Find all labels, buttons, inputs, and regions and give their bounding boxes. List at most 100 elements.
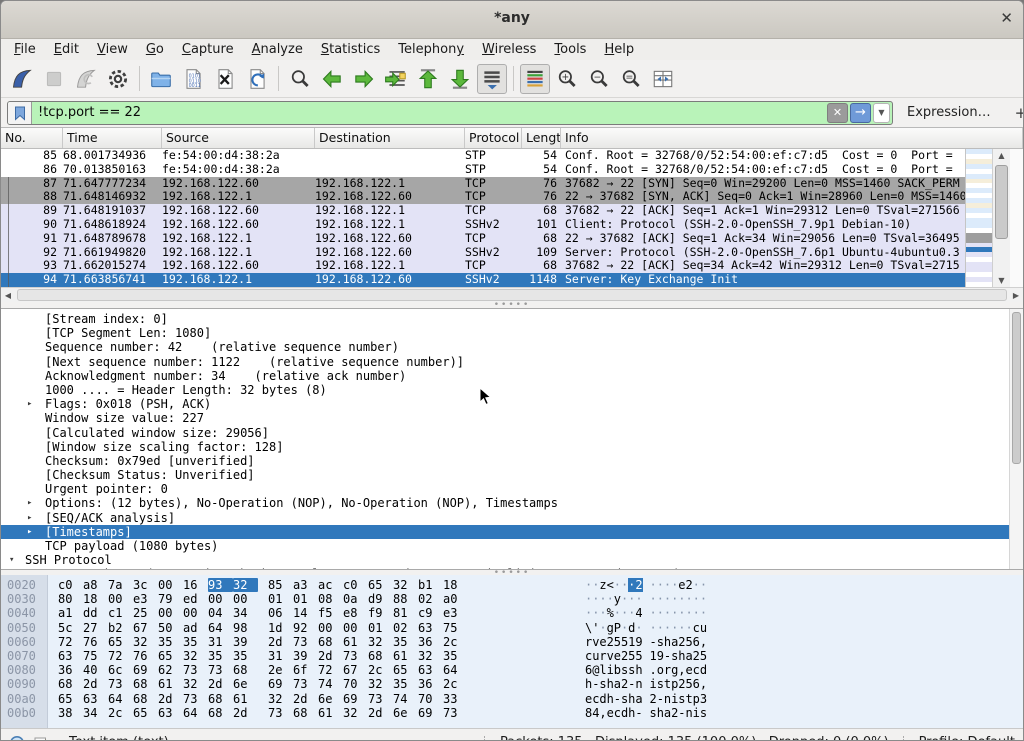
menu-file[interactable]: File — [5, 41, 45, 58]
capture-comment-icon[interactable] — [33, 735, 49, 741]
resize-columns-button[interactable] — [648, 64, 678, 94]
detail-line[interactable]: [TCP Segment Len: 1080] — [1, 326, 1023, 340]
packet-row[interactable]: 8670.013850163fe:54:00:d4:38:2aSTP54Conf… — [1, 163, 965, 177]
filter-apply-button[interactable]: → — [850, 103, 871, 123]
column-header-no[interactable]: No. — [1, 128, 63, 148]
hex-row[interactable]: 0030801800e379ed00000101080ad98802a0····… — [1, 592, 1023, 606]
detail-line[interactable]: TCP payload (1080 bytes) — [1, 539, 1023, 553]
scroll-up-icon[interactable]: ▲ — [993, 149, 1010, 162]
go-forward-button[interactable] — [349, 64, 379, 94]
detail-line[interactable]: ▸Flags: 0x018 (PSH, ACK) — [1, 397, 1023, 411]
file-reload-button[interactable] — [242, 64, 272, 94]
expression-button[interactable]: Expression… — [907, 105, 991, 120]
scroll-right-icon[interactable]: ▶ — [1009, 291, 1023, 300]
packet-row[interactable]: 8871.648146932192.168.122.1192.168.122.6… — [1, 190, 965, 204]
menu-analyze[interactable]: Analyze — [243, 41, 312, 58]
zoom-out-button[interactable]: − — [584, 64, 614, 94]
capture-start-button[interactable] — [7, 64, 37, 94]
detail-line[interactable]: [Checksum Status: Unverified] — [1, 468, 1023, 482]
packet-row[interactable]: 9271.661949820192.168.122.1192.168.122.6… — [1, 246, 965, 260]
detail-line[interactable]: ▾SSH Protocol — [1, 553, 1023, 567]
menu-view[interactable]: View — [88, 41, 137, 58]
detail-line[interactable]: Window size value: 227 — [1, 411, 1023, 425]
details-vscrollbar[interactable] — [1009, 309, 1023, 569]
detail-line[interactable]: ▸SSH Version 2 (encryption:chacha20-poly… — [1, 567, 1023, 570]
file-open-button[interactable] — [146, 64, 176, 94]
expand-arrow-icon[interactable]: ▸ — [27, 397, 32, 411]
detail-line[interactable]: [Calculated window size: 29056] — [1, 426, 1023, 440]
detail-line[interactable]: Sequence number: 42 (relative sequence n… — [1, 340, 1023, 354]
column-header-length[interactable]: Length — [522, 128, 561, 148]
menu-help[interactable]: Help — [595, 41, 643, 58]
expand-arrow-icon[interactable]: ▸ — [27, 511, 32, 525]
packet-minimap[interactable] — [965, 149, 992, 287]
detail-line[interactable]: [Window size scaling factor: 128] — [1, 440, 1023, 454]
go-bottom-button[interactable] — [445, 64, 475, 94]
packet-row[interactable]: 8971.648191037192.168.122.60192.168.122.… — [1, 204, 965, 218]
find-packet-button[interactable] — [285, 64, 315, 94]
expand-arrow-icon[interactable]: ▸ — [27, 496, 32, 510]
display-filter-field[interactable]: !tcp.port == 22 ✕ → ▼ — [7, 101, 893, 125]
column-header-protocol[interactable]: Protocol — [465, 128, 522, 148]
detail-line[interactable]: [Next sequence number: 1122 (relative se… — [1, 355, 1023, 369]
menu-capture[interactable]: Capture — [173, 41, 243, 58]
go-to-packet-button[interactable] — [381, 64, 411, 94]
detail-line[interactable]: Acknowledgment number: 34 (relative ack … — [1, 369, 1023, 383]
hex-row[interactable]: 006072766532353531392d7368613235362crve2… — [1, 635, 1023, 649]
packet-row[interactable]: 8568.001734936fe:54:00:d4:38:2aSTP54Conf… — [1, 149, 965, 163]
menu-statistics[interactable]: Statistics — [312, 41, 389, 58]
go-back-button[interactable] — [317, 64, 347, 94]
detail-line[interactable]: ▸Options: (12 bytes), No-Operation (NOP)… — [1, 496, 1023, 510]
packet-list-vscrollbar[interactable]: ▲ ▼ — [992, 149, 1010, 287]
vscroll-handle[interactable] — [995, 165, 1008, 239]
scroll-down-icon[interactable]: ▼ — [993, 274, 1010, 287]
packet-row[interactable]: 9071.648618924192.168.122.60192.168.122.… — [1, 218, 965, 232]
zoom-original-button[interactable]: = — [616, 64, 646, 94]
hex-row[interactable]: 0090682d736861322d6e697374703235362ch-sh… — [1, 677, 1023, 691]
packet-row[interactable]: 9371.662015274192.168.122.60192.168.122.… — [1, 259, 965, 273]
collapse-arrow-icon[interactable]: ▾ — [9, 553, 14, 567]
detail-line[interactable]: Urgent pointer: 0 — [1, 482, 1023, 496]
go-top-button[interactable] — [413, 64, 443, 94]
hex-row[interactable]: 0020c0a87a3c0016933285a3acc06532b118··z<… — [1, 578, 1023, 592]
window-close-icon[interactable]: ✕ — [1000, 9, 1013, 27]
hex-row[interactable]: 00a0656364682d736861322d6e6973747033ecdh… — [1, 692, 1023, 706]
filter-bookmark-icon[interactable] — [8, 102, 32, 124]
title-bar[interactable]: *any ✕ — [1, 1, 1023, 39]
detail-line[interactable]: ▸[Timestamps] — [1, 525, 1023, 539]
scroll-left-icon[interactable]: ◀ — [1, 291, 15, 300]
column-header-info[interactable]: Info — [561, 128, 1023, 148]
column-header-source[interactable]: Source — [162, 128, 315, 148]
autoscroll-button[interactable] — [477, 64, 507, 94]
zoom-in-button[interactable]: + — [552, 64, 582, 94]
filter-dropdown-icon[interactable]: ▼ — [873, 103, 890, 123]
detail-line[interactable]: Checksum: 0x79ed [unverified] — [1, 454, 1023, 468]
filter-clear-button[interactable]: ✕ — [827, 103, 848, 123]
expand-arrow-icon[interactable]: ▸ — [27, 567, 32, 570]
detail-line[interactable]: 1000 .... = Header Length: 32 bytes (8) — [1, 383, 1023, 397]
menu-edit[interactable]: Edit — [45, 41, 88, 58]
hex-row[interactable]: 008036406c69627373682e6f72672c6563646@li… — [1, 663, 1023, 677]
profile-text[interactable]: Profile: Default — [919, 735, 1015, 741]
menu-go[interactable]: Go — [137, 41, 173, 58]
filter-input[interactable]: !tcp.port == 22 — [32, 105, 827, 120]
packet-row[interactable]: 9471.663856741192.168.122.1192.168.122.6… — [1, 273, 965, 287]
menu-telephony[interactable]: Telephony — [389, 41, 473, 58]
hex-row[interactable]: 0040a1ddc125000004340614f5e8f981c9e3···%… — [1, 606, 1023, 620]
file-close-button[interactable] — [210, 64, 240, 94]
capture-options-button[interactable] — [103, 64, 133, 94]
menu-tools[interactable]: Tools — [545, 41, 595, 58]
detail-line[interactable]: ▸[SEQ/ACK analysis] — [1, 511, 1023, 525]
colorize-button[interactable] — [520, 64, 550, 94]
hex-row[interactable]: 00505c27b26750ad64981d92000001026375\'·g… — [1, 621, 1023, 635]
packet-row[interactable]: 8771.647777234192.168.122.60192.168.122.… — [1, 177, 965, 191]
file-save-button[interactable]: 010101100011 — [178, 64, 208, 94]
packet-row[interactable]: 9171.648789678192.168.122.1192.168.122.6… — [1, 232, 965, 246]
expert-info-icon[interactable] — [9, 735, 25, 741]
expand-arrow-icon[interactable]: ▸ — [27, 525, 32, 539]
hex-row[interactable]: 0070637572766532353531392d7368613235curv… — [1, 649, 1023, 663]
column-header-time[interactable]: Time — [63, 128, 162, 148]
column-header-destination[interactable]: Destination — [315, 128, 465, 148]
menu-wireless[interactable]: Wireless — [473, 41, 545, 58]
hex-row[interactable]: 00b038342c656364682d736861322d6e697384,e… — [1, 706, 1023, 720]
